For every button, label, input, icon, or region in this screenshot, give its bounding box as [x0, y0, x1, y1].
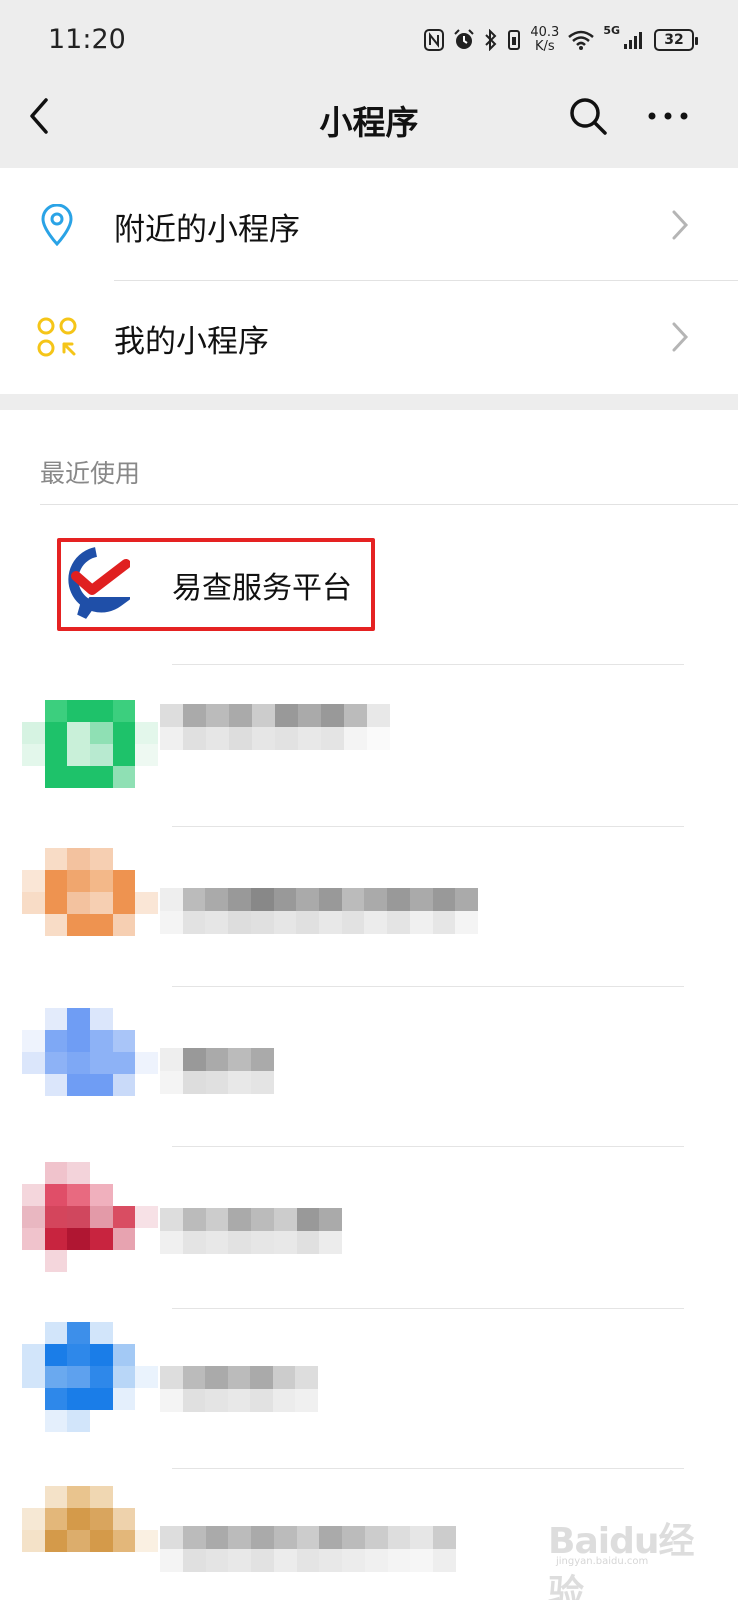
chevron-right-icon [672, 322, 689, 352]
blurred-app-name [160, 1208, 342, 1254]
divider [172, 1308, 684, 1309]
section-header-recent: 最近使用 [40, 459, 141, 488]
alarm-icon [454, 29, 475, 49]
menu-item-nearby[interactable]: 附近的小程序 [0, 168, 738, 281]
blurred-app-name [160, 704, 390, 750]
net-speed-value: 40.3 [530, 25, 560, 40]
menu-card: 附近的小程序 我的小程序 [0, 168, 738, 394]
battery-level: 32 [664, 32, 684, 48]
bluetooth-icon [485, 29, 497, 51]
divider [40, 504, 738, 505]
baidu-watermark: Baidu经验 jingyan.baidu.com [548, 1510, 728, 1600]
blurred-app-name [160, 1366, 319, 1412]
blurred-app-icon [22, 1486, 158, 1596]
list-item[interactable] [0, 686, 738, 836]
search-icon[interactable] [568, 96, 608, 136]
menu-item-label: 附近的小程序 [114, 212, 300, 248]
status-icons: 40.3 K/s 5G 32 [424, 22, 698, 58]
vibrate-icon [508, 30, 521, 50]
blurred-app-icon [22, 1008, 158, 1118]
list-item[interactable] [0, 1320, 738, 1470]
menu-item-my-miniprogram[interactable]: 我的小程序 [0, 280, 738, 392]
divider [172, 986, 684, 987]
list-item[interactable] [0, 1008, 738, 1158]
net-speed: 40.3 K/s [530, 26, 559, 54]
divider [172, 1146, 684, 1147]
list-item[interactable] [0, 1160, 738, 1310]
nav-bar: 小程序 [0, 80, 738, 168]
blurred-app-name [160, 888, 479, 934]
section-separator [0, 394, 738, 410]
wifi-icon [568, 30, 595, 50]
location-pin-icon [41, 204, 73, 246]
battery-icon: 32 [654, 29, 698, 51]
highlight-box [57, 538, 375, 631]
status-time: 11:20 [48, 24, 126, 55]
menu-item-label: 我的小程序 [114, 324, 269, 360]
network-type: 5G [603, 24, 620, 37]
chevron-right-icon [672, 210, 689, 240]
blurred-app-icon [22, 848, 158, 958]
divider [172, 826, 684, 827]
list-item[interactable] [0, 848, 738, 998]
signal-icon [624, 32, 642, 49]
divider [172, 1468, 684, 1469]
my-miniprogram-icon [37, 317, 77, 357]
blurred-app-icon [22, 1162, 158, 1272]
more-horizontal-icon[interactable] [646, 96, 690, 136]
net-speed-unit: K/s [534, 39, 555, 54]
watermark-sub: jingyan.baidu.com [556, 1556, 649, 1567]
blurred-app-name [160, 1526, 456, 1572]
blurred-app-icon [22, 700, 158, 810]
status-bar: 11:20 40.3 K/s 5G 32 [0, 0, 738, 80]
blurred-app-icon [22, 1322, 158, 1432]
blurred-app-name [160, 1048, 274, 1094]
page-title: 小程序 [319, 103, 419, 142]
divider [172, 664, 684, 665]
nfc-icon [424, 29, 445, 51]
